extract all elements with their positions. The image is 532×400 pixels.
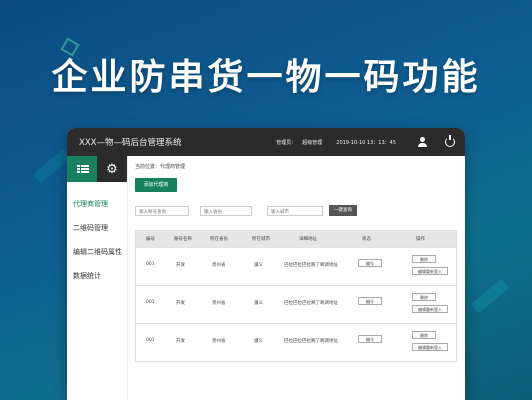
sidebar: ⚙ 代理商管理 二维码管理 编辑二维码属性 数据统计 xyxy=(67,156,128,400)
menu-grid-icon[interactable] xyxy=(67,156,97,182)
decor-shape xyxy=(32,148,72,184)
role-label: 管理员： xyxy=(276,139,297,146)
add-agent-button[interactable]: 添加代理商 xyxy=(135,178,177,192)
cell-city: 遵义 xyxy=(254,263,263,268)
cell-address: 巴拉巴拉巴拉啊了啊调地址 xyxy=(284,339,338,344)
agent-table: 编号 账号名称 所在省份 所在城市 详细地址 状态 操作 001 开发 贵州省 … xyxy=(135,230,457,362)
status-button[interactable]: 编号 xyxy=(358,335,382,343)
table-row: 001 开发 贵州省 遵义 巴拉巴拉巴拉啊了啊调地址 编号 删除 编辑重新登入 xyxy=(136,323,456,361)
top-bar: XXX—物—码后台管理系统 管理员： 超级管理 2019-10-10 13：13… xyxy=(67,128,465,156)
cell-address: 巴拉巴拉巴拉啊了啊调地址 xyxy=(284,301,338,306)
user-icon[interactable] xyxy=(418,137,427,147)
col-header: 详细地址 xyxy=(299,237,317,242)
decor-shape xyxy=(470,278,510,314)
cell-province: 贵州省 xyxy=(212,339,226,344)
cell-city: 遵义 xyxy=(254,301,263,306)
sidebar-item-agent[interactable]: 代理商管理 xyxy=(67,192,127,216)
province-input[interactable] xyxy=(200,206,252,216)
edit-button[interactable]: 编辑重新登入 xyxy=(412,305,448,313)
delete-button[interactable]: 删除 xyxy=(412,293,436,301)
status-button[interactable]: 编号 xyxy=(358,297,382,305)
cell-province: 贵州省 xyxy=(212,263,226,268)
col-header: 账号名称 xyxy=(174,237,192,242)
edit-button[interactable]: 编辑重新登入 xyxy=(412,343,448,351)
cell-account: 开发 xyxy=(176,339,185,344)
gear-icon[interactable]: ⚙ xyxy=(97,156,127,182)
cell-id: 001 xyxy=(146,338,155,343)
main-content: 当前位置：代理商管理 添加代理商 一键查询 编号 账号名称 所在省份 所在城市 … xyxy=(135,156,465,400)
cell-account: 开发 xyxy=(176,301,185,306)
headline: 企业防串货一物一码功能 xyxy=(51,57,481,98)
delete-button[interactable]: 删除 xyxy=(412,255,436,263)
cell-account: 开发 xyxy=(176,263,185,268)
table-row: 001 开发 贵州省 遵义 巴拉巴拉巴拉啊了啊调地址 编号 删除 编辑重新登入 xyxy=(136,285,456,323)
table-header: 编号 账号名称 所在省份 所在城市 详细地址 状态 操作 xyxy=(136,231,456,247)
cell-address: 巴拉巴拉巴拉啊了啊调地址 xyxy=(284,263,338,268)
col-header: 所在省份 xyxy=(210,237,228,242)
edit-button[interactable]: 编辑重新登入 xyxy=(412,267,448,275)
col-header: 所在城市 xyxy=(252,237,270,242)
table-row: 001 开发 贵州省 遵义 巴拉巴拉巴拉啊了啊调地址 编号 删除 编辑重新登入 xyxy=(136,247,456,285)
sidebar-item-stats[interactable]: 数据统计 xyxy=(67,264,127,288)
query-button[interactable]: 一键查询 xyxy=(329,205,357,216)
col-header: 操作 xyxy=(416,237,425,242)
power-icon[interactable] xyxy=(445,135,455,147)
city-input[interactable] xyxy=(267,206,323,216)
app-window: XXX—物—码后台管理系统 管理员： 超级管理 2019-10-10 13：13… xyxy=(67,128,465,400)
account-search-input[interactable] xyxy=(135,206,189,216)
delete-button[interactable]: 删除 xyxy=(412,331,436,339)
cell-id: 001 xyxy=(146,300,155,305)
col-header: 状态 xyxy=(362,237,371,242)
sidebar-item-qr-attributes[interactable]: 编辑二维码属性 xyxy=(67,240,127,264)
cell-city: 遵义 xyxy=(254,339,263,344)
datetime: 2019-10-10 13：13：45 xyxy=(336,139,396,146)
cell-province: 贵州省 xyxy=(212,301,226,306)
cell-id: 001 xyxy=(146,262,155,267)
col-header: 编号 xyxy=(146,237,155,242)
sidebar-item-qrcode[interactable]: 二维码管理 xyxy=(67,216,127,240)
status-button[interactable]: 编号 xyxy=(358,259,382,267)
app-title: XXX—物—码后台管理系统 xyxy=(79,138,182,148)
user-name: 超级管理 xyxy=(302,139,323,146)
breadcrumb: 当前位置：代理商管理 xyxy=(135,164,186,170)
